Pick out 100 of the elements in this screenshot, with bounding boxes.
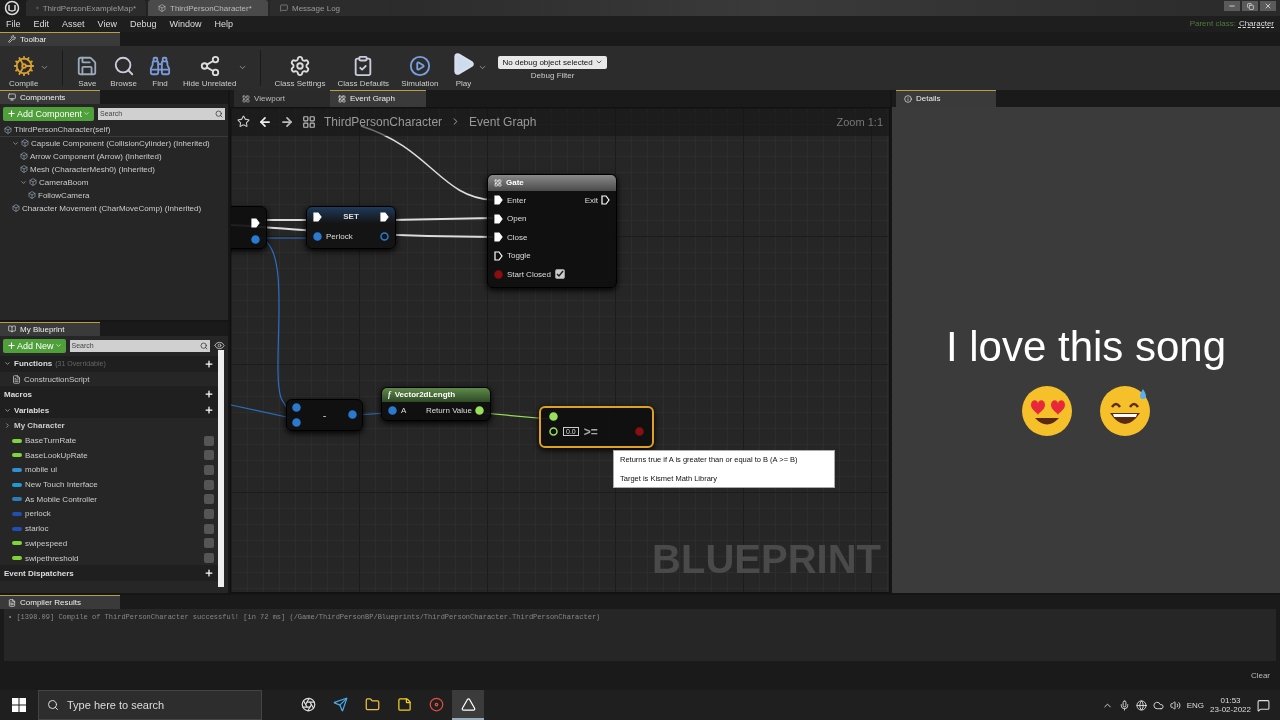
toolbar-button[interactable]: Compile (4, 47, 55, 88)
exec-pin-icon[interactable] (380, 211, 389, 222)
function-icon (12, 374, 21, 384)
toolbar-button[interactable]: Play (445, 47, 493, 88)
set-node[interactable]: SET Perlock (306, 205, 396, 249)
document-tab[interactable]: ThirdPersonExampleMap* (26, 0, 146, 16)
taskbar-app[interactable] (452, 690, 484, 720)
menu-item[interactable]: Asset (62, 18, 85, 29)
exec-pin-icon[interactable] (601, 195, 610, 206)
component-item[interactable]: Mesh (CharacterMesh0) (Inherited) (30, 164, 155, 174)
component-item[interactable]: FollowCamera (38, 190, 90, 200)
function-item[interactable]: ConstructionScript (24, 374, 90, 384)
visibility-toggle[interactable] (204, 553, 214, 563)
visibility-toggle[interactable] (204, 508, 214, 519)
visibility-toggle[interactable] (204, 479, 214, 490)
document-tab[interactable]: ThirdPersonCharacter* (148, 0, 268, 16)
menu-item[interactable]: Window (169, 18, 202, 29)
visibility-toggle[interactable] (204, 538, 214, 549)
section-header[interactable]: Event Dispatchers (0, 565, 218, 582)
component-item[interactable]: CameraBoom (39, 177, 89, 187)
menu-item[interactable]: Help (214, 18, 233, 29)
variable-item[interactable]: swipethreshold (25, 553, 79, 563)
debug-object-dropdown[interactable]: No debug object selected (498, 55, 607, 69)
toolbar-button[interactable]: Find (144, 47, 177, 88)
graph-canvas[interactable] (230, 106, 890, 594)
component-icon (29, 178, 37, 187)
volume-icon[interactable] (1169, 699, 1181, 711)
taskbar-search-field[interactable]: Type here to search (38, 690, 262, 720)
visibility-toggle[interactable] (204, 494, 214, 505)
favorite-star-icon[interactable] (237, 115, 250, 129)
scroll-bar[interactable] (218, 349, 224, 588)
exec-pin-icon[interactable] (251, 218, 260, 229)
pin-label: Perlock (326, 231, 353, 241)
breadcrumb-item[interactable]: ThirdPersonCharacter (324, 114, 443, 129)
component-item[interactable]: ThirdPersonCharacter(self) (14, 125, 111, 135)
exec-pin-icon[interactable] (313, 211, 322, 222)
maximize-button[interactable] (1242, 1, 1258, 11)
network-icon[interactable] (1135, 699, 1147, 711)
component-item[interactable]: Arrow Component (Arrow) (Inherited) (30, 151, 162, 161)
gate-node[interactable]: Gate Enter Exit Open Close Toggle Start Closed (487, 173, 617, 288)
variable-item[interactable]: mobile ui (25, 465, 57, 475)
notifications-icon[interactable] (1257, 698, 1270, 712)
variable-item[interactable]: BaseTurnRate (25, 436, 77, 445)
menu-item[interactable]: Debug (129, 18, 157, 29)
menu-item[interactable]: Edit (33, 18, 50, 29)
visibility-toggle[interactable] (204, 435, 214, 446)
exec-pin-icon[interactable] (494, 250, 503, 261)
parent-class-label: Parent class: (1189, 19, 1236, 29)
close-button[interactable] (1260, 1, 1276, 11)
toolbar-button[interactable]: Simulation (396, 47, 444, 88)
panel-tab[interactable]: My Blueprint (0, 321, 100, 336)
variable-item[interactable]: As Mobile Controller (25, 494, 98, 504)
visibility-toggle[interactable] (204, 523, 214, 534)
variable-item[interactable]: starloc (25, 524, 49, 534)
toolbar-button[interactable]: Save (71, 47, 104, 88)
search-icon (47, 699, 59, 711)
add-icon[interactable] (204, 405, 214, 416)
variable-item[interactable]: New Touch Interface (25, 480, 98, 490)
windows-start-icon[interactable] (12, 698, 26, 712)
toolbar-button[interactable]: Hide Unrelated (178, 47, 253, 88)
category-label[interactable]: My Character (14, 421, 65, 431)
component-icon (21, 139, 29, 148)
clock-time[interactable]: 01:53 (1220, 696, 1241, 705)
menu-item[interactable]: File (6, 18, 21, 29)
clear-link[interactable]: Clear (1250, 671, 1270, 681)
section-header[interactable]: Variables (0, 402, 218, 419)
operator-symbol: - (321, 408, 328, 421)
component-item[interactable]: Capsule Component (CollisionCylinder) (Inherited) (31, 138, 210, 148)
toolbar-button[interactable]: Class Defaults (332, 47, 395, 88)
microphone-icon[interactable] (1118, 699, 1130, 711)
toolbar-button[interactable]: Class Settings (269, 47, 331, 88)
search-icon (200, 341, 208, 350)
variable-item[interactable]: swipespeed (25, 538, 68, 548)
cloud-icon[interactable] (1152, 699, 1164, 711)
pin-label: A (401, 406, 407, 416)
view-options-icon[interactable] (214, 340, 225, 352)
toolbar-button[interactable]: Browse (105, 47, 143, 88)
panel-tab[interactable]: Compiler Results (0, 595, 120, 610)
breadcrumb-item[interactable]: Event Graph (469, 114, 537, 129)
component-item[interactable]: Character Movement (CharMoveComp) (Inherited) (22, 203, 202, 213)
visibility-toggle[interactable] (204, 464, 214, 475)
add-icon[interactable] (204, 568, 214, 579)
variable-item[interactable]: BaseLookUpRate (25, 450, 88, 460)
visibility-toggle[interactable] (204, 450, 214, 461)
add-icon[interactable] (204, 358, 214, 369)
parent-class-link[interactable]: Character (1238, 19, 1274, 29)
exec-pin-icon[interactable] (494, 232, 503, 243)
panel-tab-icon (8, 598, 16, 607)
menu-item[interactable]: View (97, 18, 117, 29)
exec-pin-icon[interactable] (494, 213, 503, 224)
language-indicator[interactable]: ENG (1186, 700, 1205, 710)
section-header[interactable]: Macros (0, 386, 218, 403)
add-icon[interactable] (204, 389, 214, 400)
start-closed-checkbox[interactable] (555, 269, 566, 280)
pin-label: Close (507, 232, 528, 242)
node-title: Vector2dLength (394, 390, 456, 400)
variable-item[interactable]: perlock (25, 509, 51, 519)
node-title: SET (342, 212, 360, 222)
clock-date[interactable]: 23-02-2022 (1210, 705, 1251, 714)
exec-pin-icon[interactable] (494, 195, 503, 206)
